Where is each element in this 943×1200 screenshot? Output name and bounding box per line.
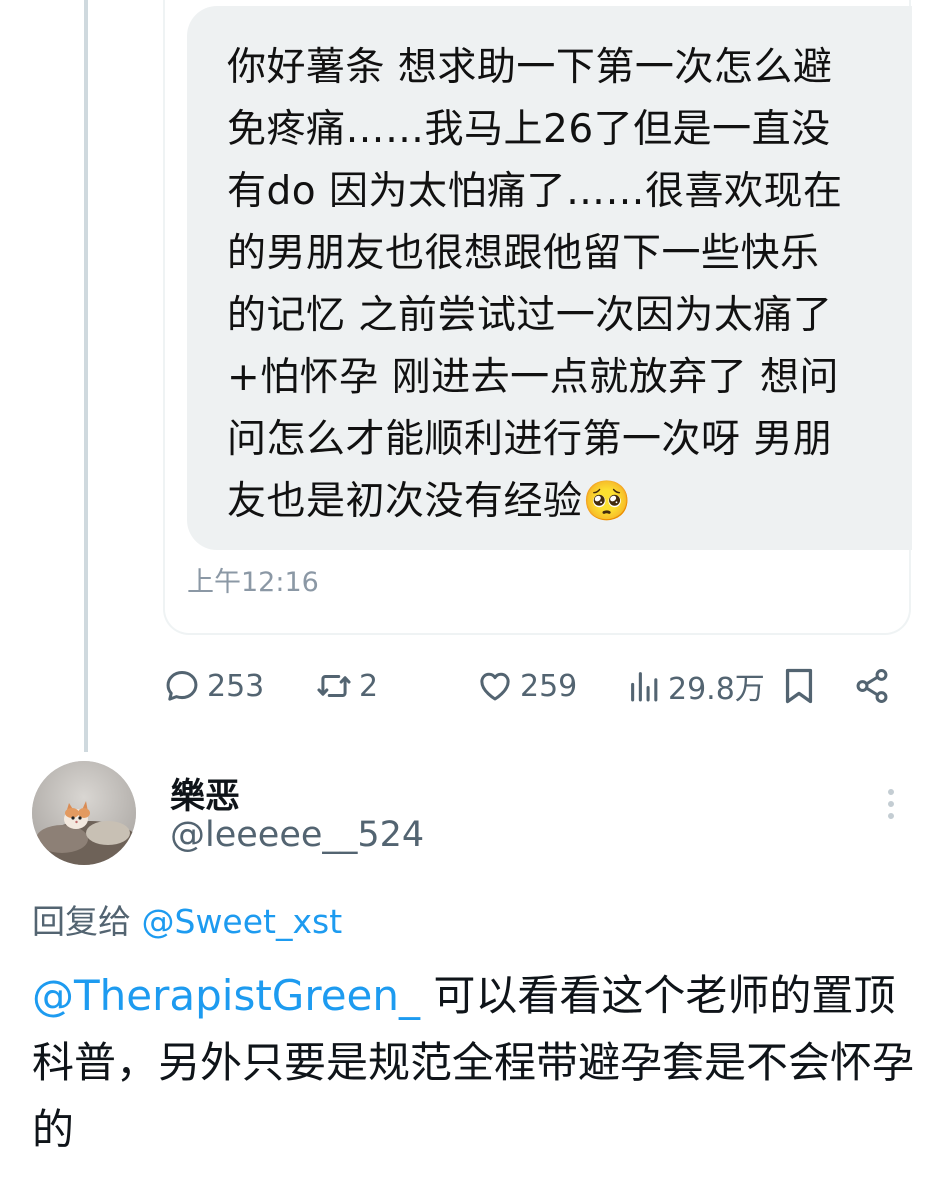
retweet-count: 2	[359, 668, 379, 704]
like-button[interactable]: 259	[476, 658, 577, 714]
tweet-body: @TherapistGreen_ 可以看看这个老师的置顶科普，另外只要是规范全程…	[32, 962, 922, 1163]
retweet-icon	[315, 667, 353, 705]
display-name[interactable]: 樂恶	[170, 768, 240, 819]
reply-context: 回复给 @Sweet_xst	[32, 895, 342, 943]
bookmark-button[interactable]	[781, 658, 817, 714]
reply-count: 253	[207, 668, 265, 704]
reply-button[interactable]: 253	[163, 658, 264, 714]
views-count: 29.8万	[668, 672, 765, 707]
reply-to-handle-link[interactable]: @Sweet_xst	[142, 902, 343, 941]
like-icon	[476, 667, 514, 705]
tweet-action-bar: 253 2 259 29.8万	[163, 658, 898, 714]
reply-to-label: 回复给	[32, 902, 131, 941]
avatar[interactable]	[32, 761, 136, 865]
reply-icon	[163, 667, 201, 705]
tweet-thread: 你好薯条 想求助一下第一次怎么避 免疼痛……我马上26了但是一直没 有do 因为…	[0, 0, 943, 1200]
share-icon	[853, 667, 891, 705]
views-icon	[628, 667, 662, 705]
kitten-avatar-image	[32, 761, 136, 865]
share-button[interactable]	[853, 658, 891, 714]
views-button[interactable]: 29.8万	[628, 658, 765, 714]
bookmark-icon	[781, 666, 817, 706]
user-handle[interactable]: @leeeee__524	[170, 815, 424, 855]
message-timestamp: 上午12:16	[187, 567, 319, 598]
thread-connector-line	[84, 0, 88, 752]
mention-link[interactable]: @TherapistGreen_	[32, 971, 420, 1020]
retweet-button[interactable]: 2	[315, 658, 378, 714]
message-text: 你好薯条 想求助一下第一次怎么避 免疼痛……我马上26了但是一直没 有do 因为…	[227, 45, 843, 524]
more-options-button[interactable]	[880, 786, 902, 826]
more-icon	[888, 789, 894, 819]
like-count: 259	[520, 668, 578, 704]
